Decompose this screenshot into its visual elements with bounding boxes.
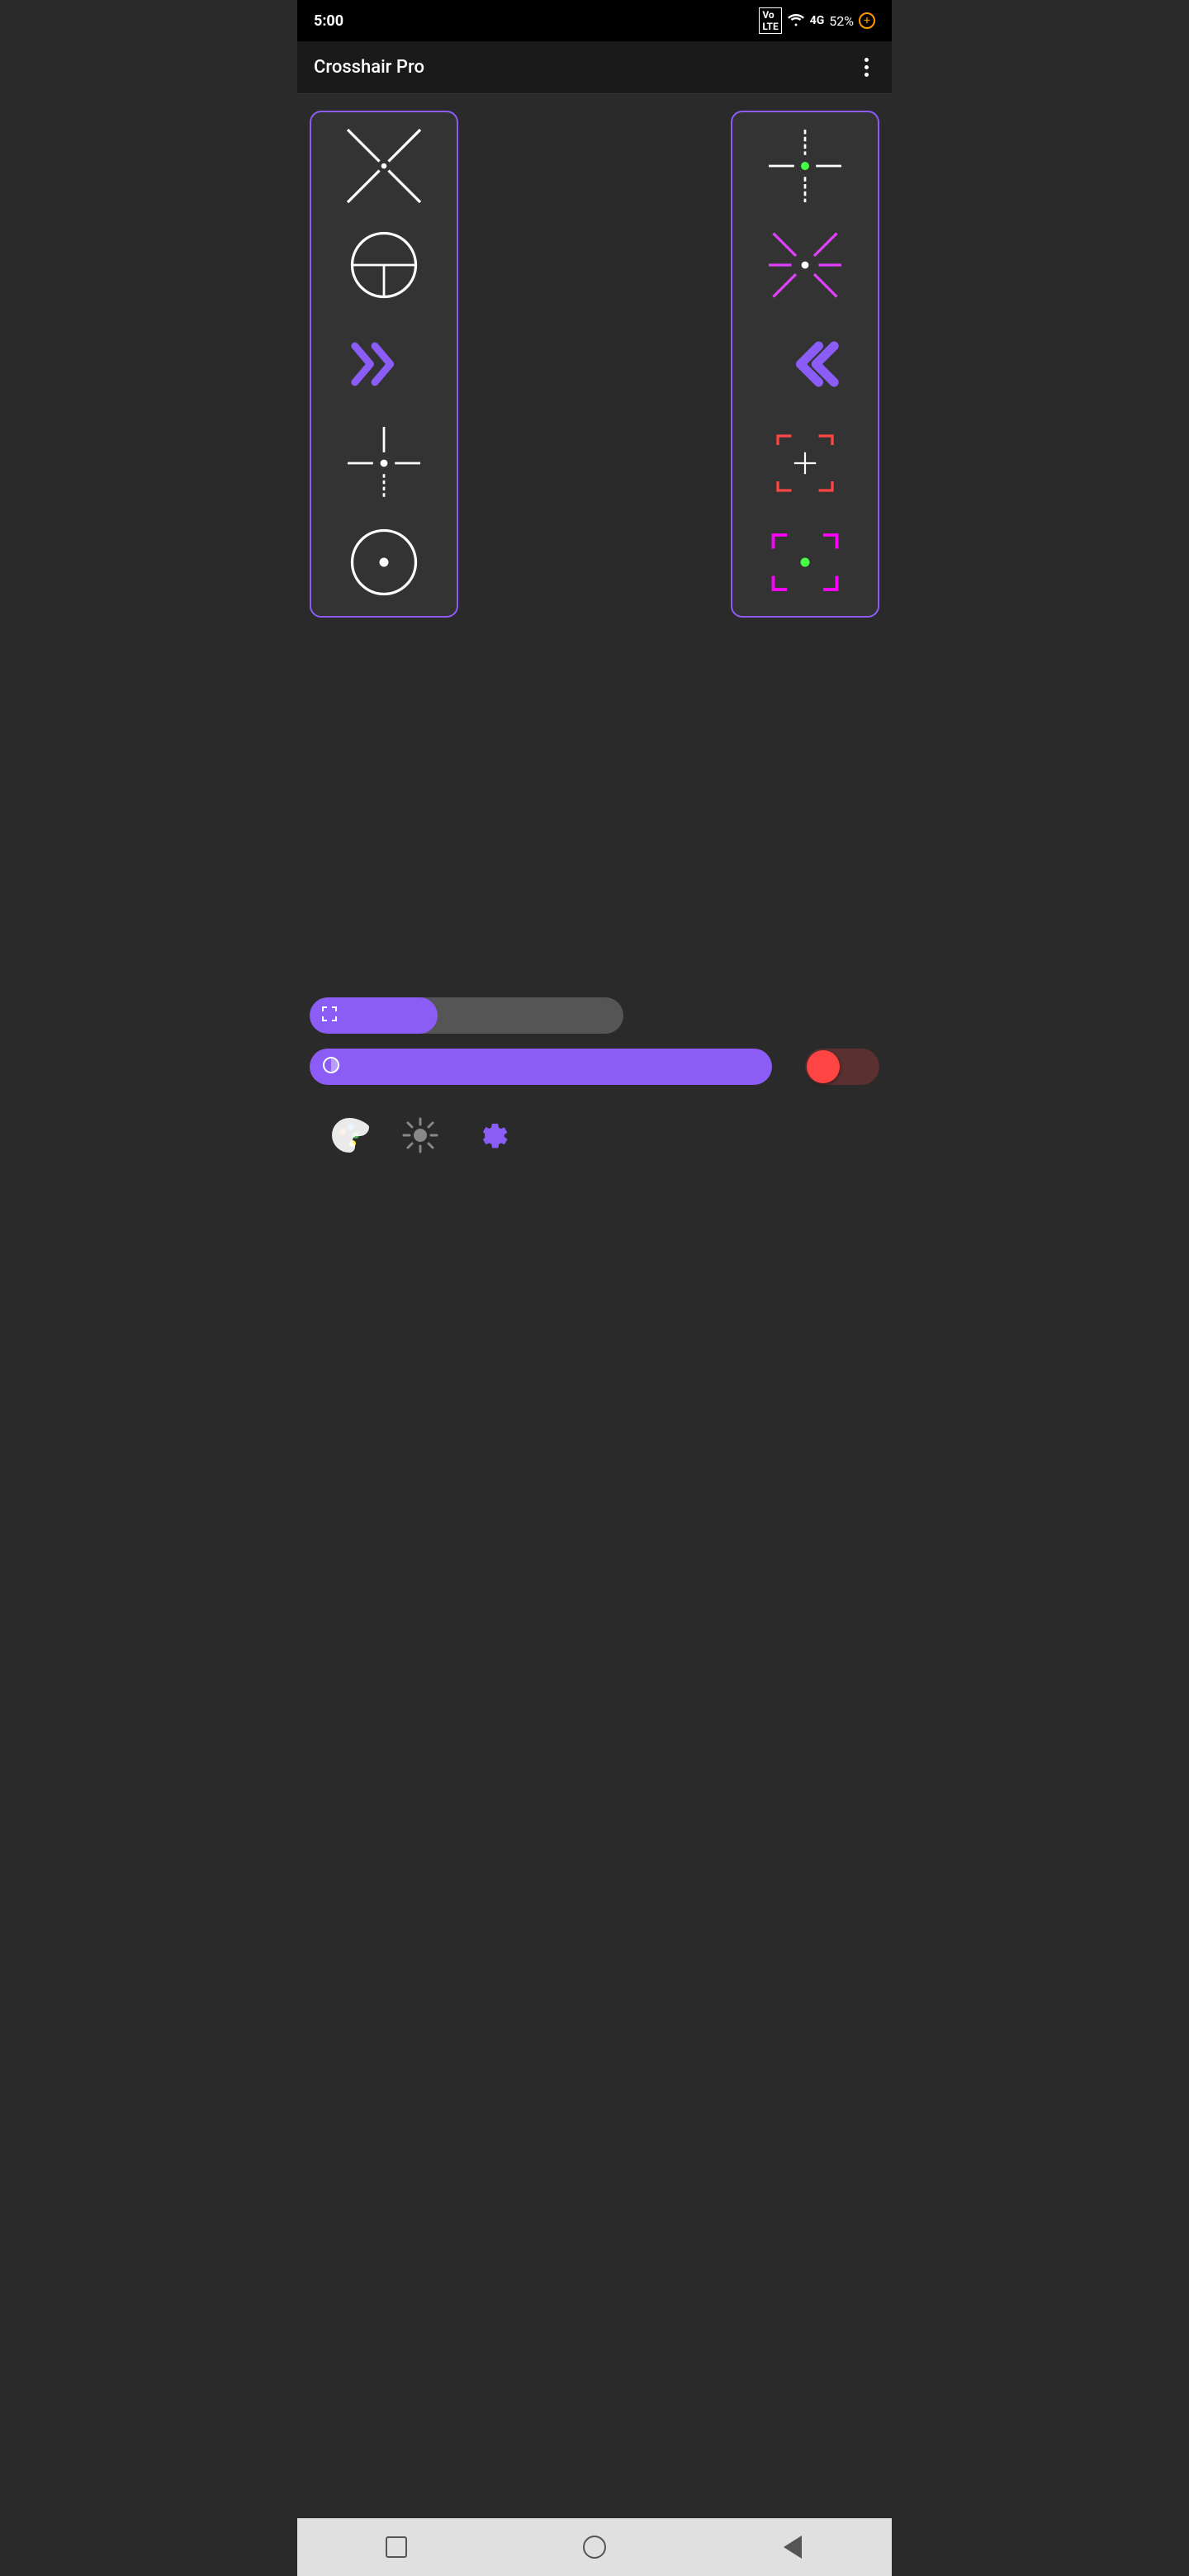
wifi-icon (787, 12, 805, 30)
main-content (297, 94, 892, 981)
chevron-crosshair-item[interactable] (334, 319, 433, 410)
toggle-knob (807, 1050, 840, 1083)
recent-apps-button[interactable] (376, 2526, 417, 2568)
size-slider-track[interactable] (310, 997, 623, 1034)
signal-icon: 4G (810, 14, 825, 27)
bottom-icons-row (310, 1100, 879, 1171)
battery-text: 52% (829, 13, 854, 29)
battery-plus-icon: + (859, 12, 875, 29)
controls-area (297, 981, 892, 1187)
nav-bar (297, 2518, 892, 2576)
status-time: 5:00 (314, 12, 343, 30)
status-icons: VoLTE 4G 52% + (759, 7, 875, 34)
home-button[interactable] (574, 2526, 615, 2568)
scope-crosshair-item[interactable] (334, 220, 433, 310)
size-slider-fill (310, 997, 438, 1034)
crosshair-row (310, 111, 879, 618)
expand-icon (320, 1004, 339, 1028)
toggle-switch[interactable] (805, 1049, 879, 1085)
opacity-slider-track[interactable] (310, 1049, 772, 1085)
left-crosshair-panel (310, 111, 458, 618)
double-chevron-crosshair-item[interactable] (756, 319, 855, 410)
brightness-button[interactable] (397, 1112, 443, 1158)
more-menu-button[interactable] (858, 51, 875, 83)
volte-icon: VoLTE (759, 7, 781, 34)
back-button[interactable] (772, 2526, 813, 2568)
back-icon (784, 2536, 802, 2559)
bracket-crosshair-item[interactable] (756, 418, 855, 509)
app-title: Crosshair Pro (314, 57, 424, 78)
opacity-slider-fill (310, 1049, 772, 1085)
square-icon (386, 2536, 407, 2558)
opacity-icon (321, 1055, 341, 1078)
status-bar: 5:00 VoLTE 4G 52% + (297, 0, 892, 41)
opacity-toggle-row (310, 1049, 879, 1085)
size-slider-container (310, 997, 879, 1034)
content-spacer (310, 634, 879, 964)
circle-dot-crosshair-item[interactable] (334, 517, 433, 608)
right-crosshair-panel (731, 111, 879, 618)
bracket-dot-crosshair-item[interactable] (756, 517, 855, 608)
cross-dot-crosshair-item[interactable] (756, 121, 855, 211)
app-bar: Crosshair Pro (297, 41, 892, 94)
star-crosshair-item[interactable] (756, 220, 855, 310)
palette-button[interactable] (326, 1112, 372, 1158)
circle-icon (583, 2536, 606, 2559)
dot-lines-crosshair-item[interactable] (334, 418, 433, 509)
settings-button[interactable] (468, 1112, 514, 1158)
x-crosshair-item[interactable] (334, 121, 433, 211)
